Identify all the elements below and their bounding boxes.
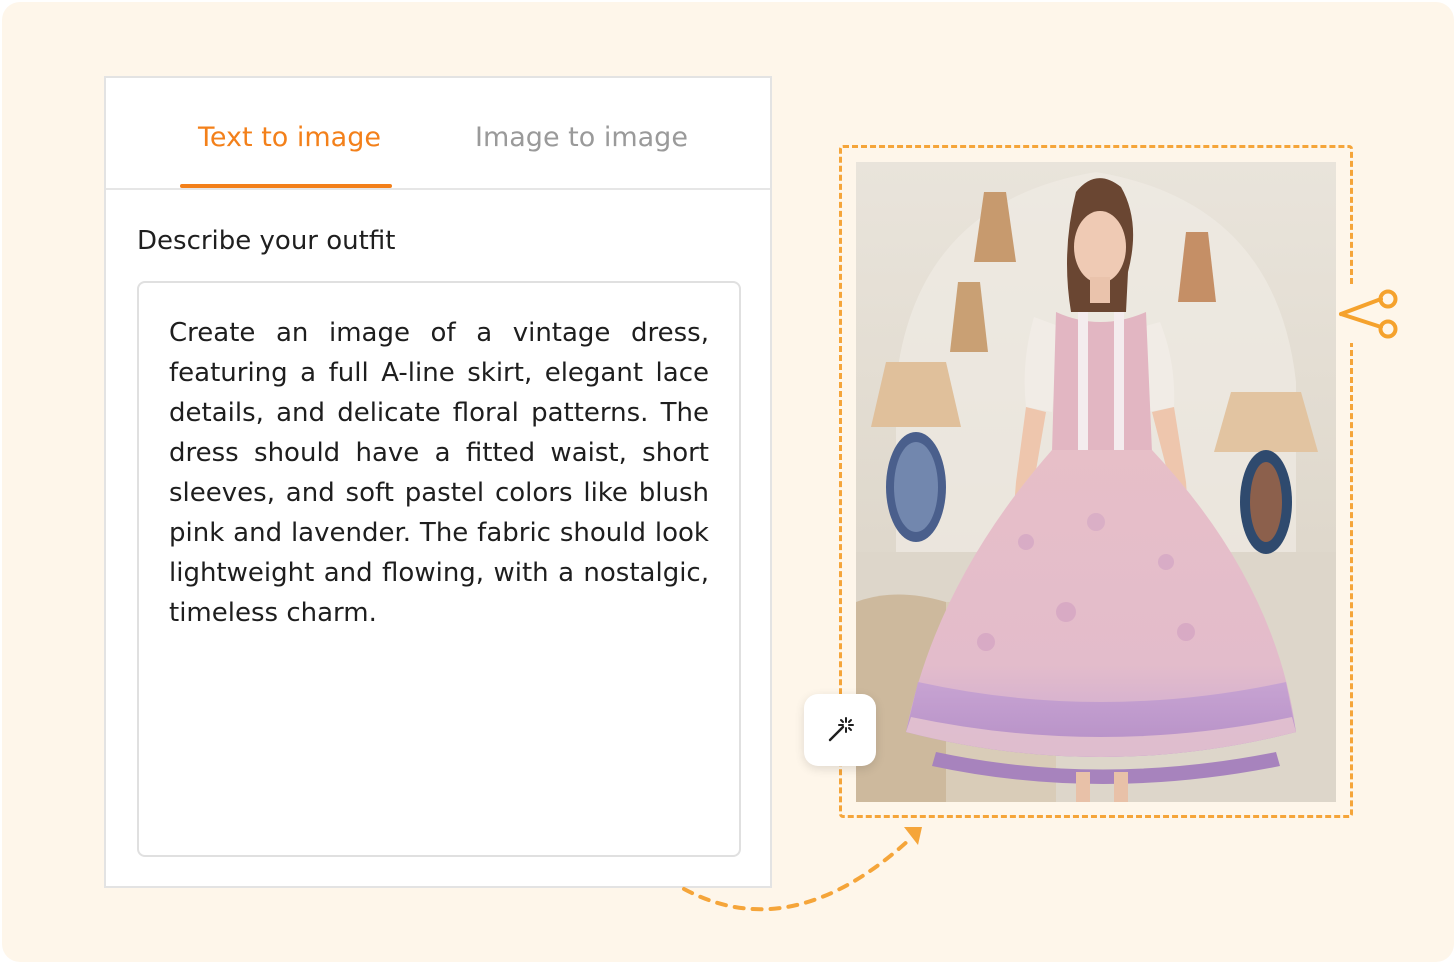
dashed-arrow-icon: [682, 827, 922, 912]
tab-image-to-image[interactable]: Image to image: [475, 118, 688, 158]
outfit-description-input[interactable]: Create an image of a vintage dress, feat…: [137, 281, 741, 857]
outfit-description-label: Describe your outfit: [137, 226, 396, 256]
active-tab-indicator: [180, 184, 392, 188]
canvas-background: Text to image Image to image Describe yo…: [2, 2, 1454, 962]
prompt-text[interactable]: Create an image of a vintage dress, feat…: [169, 313, 709, 633]
magic-wand-button[interactable]: [804, 694, 876, 766]
scissors-glyph: [1339, 289, 1398, 339]
magic-wand-icon: [828, 717, 854, 742]
tab-bar: Text to image Image to image: [106, 78, 770, 190]
dress-photo-illustration: [856, 162, 1336, 802]
tab-text-to-image[interactable]: Text to image: [198, 118, 381, 158]
generator-panel: Text to image Image to image Describe yo…: [104, 76, 772, 888]
scissors-icon[interactable]: [1337, 287, 1401, 343]
generated-dress-image: [856, 162, 1336, 802]
